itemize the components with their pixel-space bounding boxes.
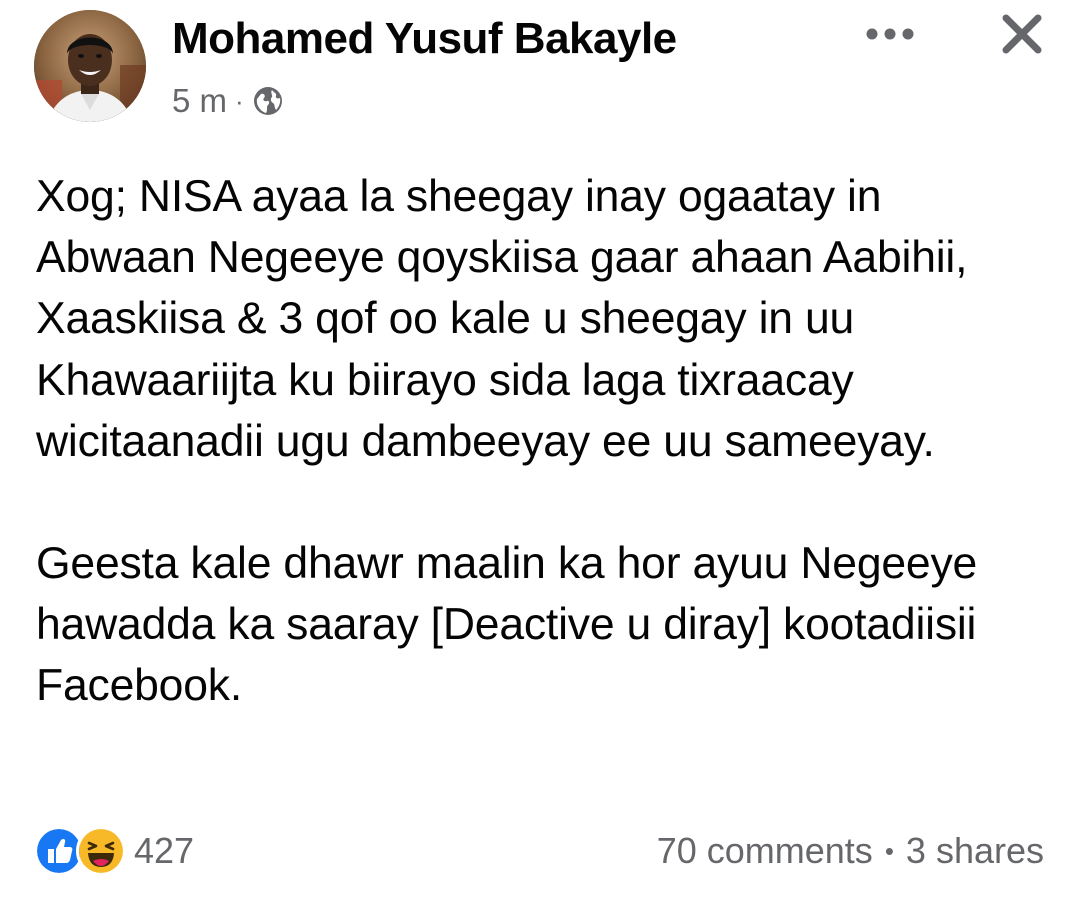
meta-separator: · [235,85,244,116]
more-horizontal-icon [866,28,914,40]
close-icon [1002,14,1042,54]
post-time[interactable]: 5 m [172,82,227,120]
author-name[interactable]: Mohamed Yusuf Bakayle [172,14,677,64]
post-meta: 5 m · [172,80,284,122]
close-button[interactable] [994,6,1050,62]
facebook-post: Mohamed Yusuf Bakayle 5 m · Xog; NISA ay… [0,0,1080,903]
post-paragraph-1: Xog; NISA ayaa la sheegay inay ogaatay i… [36,172,968,466]
globe-icon[interactable] [252,85,284,117]
shares-count-link[interactable]: 3 shares [906,830,1044,872]
stats-separator: • [884,835,894,866]
haha-icon [76,826,126,876]
comments-count-link[interactable]: 70 comments [657,830,873,872]
post-stats: 70 comments • 3 shares [657,828,1044,874]
post-text: Xog; NISA ayaa la sheegay inay ogaatay i… [36,166,1046,717]
post-paragraph-2: Geesta kale dhawr maalin ka hor ayuu Neg… [36,539,978,711]
author-avatar[interactable] [34,10,146,122]
avatar-photo [34,10,146,122]
reaction-count: 427 [134,830,195,871]
more-options-button[interactable] [858,14,922,54]
reactions-summary[interactable]: 427 [34,826,195,876]
